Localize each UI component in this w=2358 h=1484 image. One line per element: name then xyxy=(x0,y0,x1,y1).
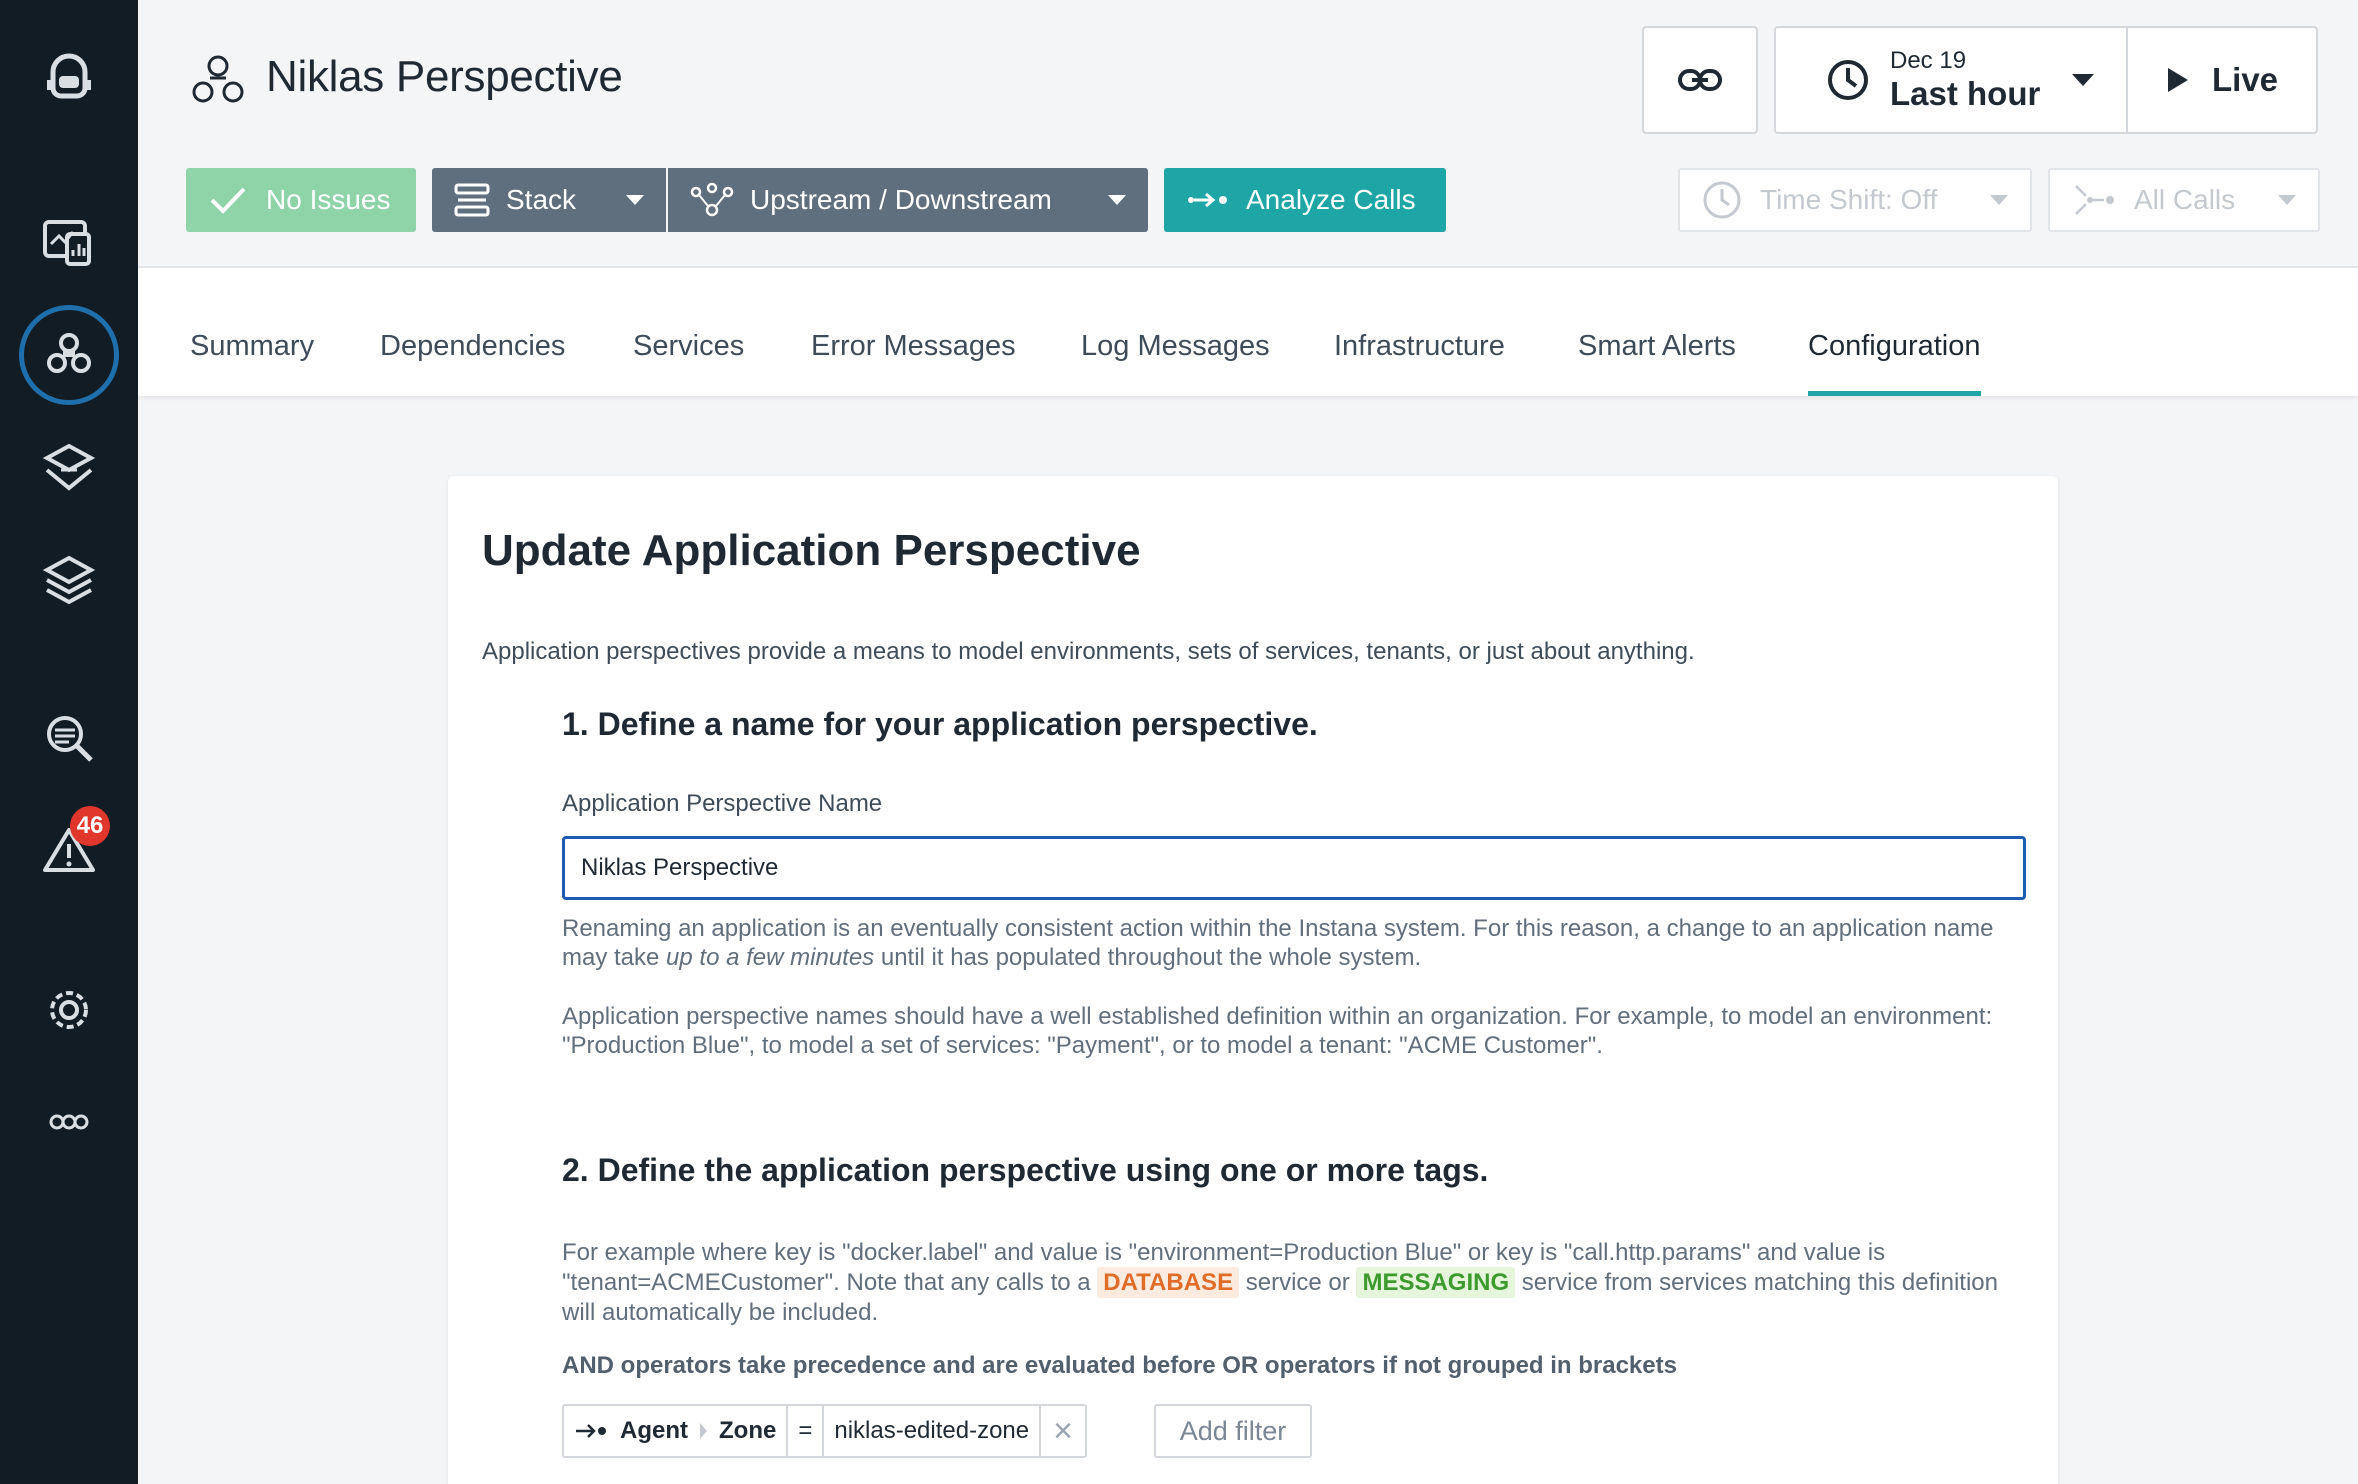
live-label: Live xyxy=(2212,61,2279,98)
time-shift-dropdown[interactable]: Time Shift: Off xyxy=(1678,168,2032,232)
more-icon[interactable] xyxy=(19,1072,119,1172)
step-1-title: 1. Define a name for your application pe… xyxy=(562,706,1318,742)
form-description: Application perspectives provide a means… xyxy=(482,638,1695,665)
sidebar: 46 xyxy=(0,0,138,1484)
form-title: Update Application Perspective xyxy=(482,526,1141,575)
clock-icon xyxy=(1703,181,1741,219)
update-perspective-card: Update Application Perspective Applicati… xyxy=(448,476,2058,1484)
tab-smart-alerts[interactable]: Smart Alerts xyxy=(1578,330,1736,396)
no-issues-button[interactable]: No Issues xyxy=(186,168,416,232)
tab-log-messages[interactable]: Log Messages xyxy=(1081,330,1270,396)
stack-dropdown[interactable]: Stack xyxy=(432,168,666,232)
chevron-down-icon xyxy=(2072,74,2095,86)
analyze-calls-button[interactable]: Analyze Calls xyxy=(1164,168,1446,232)
naming-help-text: Application perspective names should hav… xyxy=(562,1003,1993,1059)
agent-arrow-icon xyxy=(576,1424,606,1438)
alert-count-badge: 46 xyxy=(70,806,110,846)
chevron-down-icon xyxy=(1108,195,1126,205)
filter-value[interactable]: niklas-edited-zone xyxy=(824,1406,1042,1456)
time-date: Dec 19 xyxy=(1890,47,1967,74)
live-button[interactable]: Live xyxy=(2126,26,2318,134)
breadcrumb-separator-icon xyxy=(700,1423,707,1439)
upstream-downstream-label: Upstream / Downstream xyxy=(750,184,1052,215)
time-range: Last hour xyxy=(1890,75,2041,112)
robot-logo-icon[interactable] xyxy=(19,30,119,130)
tag-filter-chip[interactable]: Agent Zone = niklas-edited-zone × xyxy=(562,1404,1087,1458)
filter-key-segment[interactable]: Agent Zone xyxy=(564,1406,789,1456)
name-field-label: Application Perspective Name xyxy=(562,790,883,817)
rename-help-b: until it has populated throughout the wh… xyxy=(874,944,1422,971)
time-shift-label: Time Shift: Off xyxy=(1760,184,1938,215)
copy-link-button[interactable] xyxy=(1642,26,1758,134)
upstream-downstream-dropdown[interactable]: Upstream / Downstream xyxy=(668,168,1148,232)
page-header: Niklas Perspective Dec 19 Last hour Live… xyxy=(138,0,2358,268)
analytics-search-icon[interactable] xyxy=(19,688,119,788)
tab-summary[interactable]: Summary xyxy=(190,330,314,396)
application-perspective-icon xyxy=(188,52,248,108)
perspective-name-input[interactable] xyxy=(562,836,2026,900)
services-icon[interactable] xyxy=(19,418,119,518)
filter-entity: Agent xyxy=(620,1417,688,1444)
all-calls-dropdown[interactable]: All Calls xyxy=(2048,168,2320,232)
step-2-title: 2. Define the application perspective us… xyxy=(562,1152,1489,1188)
dashboard-icon[interactable] xyxy=(19,192,119,292)
stack-icon xyxy=(454,183,490,217)
all-calls-label: All Calls xyxy=(2134,184,2236,215)
database-tag: DATABASE xyxy=(1097,1267,1240,1298)
tab-dependencies[interactable]: Dependencies xyxy=(380,330,565,396)
filter-operator[interactable]: = xyxy=(788,1406,825,1456)
stack-label: Stack xyxy=(506,184,577,215)
analyze-calls-label: Analyze Calls xyxy=(1246,184,1416,215)
tags-help-b: service or xyxy=(1239,1269,1357,1296)
operator-precedence-note: AND operators take precedence and are ev… xyxy=(562,1352,1677,1379)
tab-configuration[interactable]: Configuration xyxy=(1808,330,1981,396)
no-issues-label: No Issues xyxy=(266,184,391,215)
chevron-down-icon xyxy=(626,195,644,205)
filter-key: Zone xyxy=(719,1417,777,1444)
calls-filter-icon xyxy=(2075,185,2114,215)
messaging-tag: MESSAGING xyxy=(1356,1267,1516,1298)
page-title: Niklas Perspective xyxy=(266,52,623,101)
analyze-calls-icon xyxy=(1188,192,1227,208)
tab-services[interactable]: Services xyxy=(633,330,744,396)
tags-help-text: For example where key is "docker.label" … xyxy=(562,1238,2002,1328)
chevron-down-icon xyxy=(1990,195,2008,205)
settings-gear-icon[interactable] xyxy=(19,960,119,1060)
play-icon xyxy=(2168,68,2188,92)
check-icon xyxy=(210,187,246,214)
clock-icon xyxy=(1828,60,1868,100)
tab-bar: Summary Dependencies Services Error Mess… xyxy=(138,268,2358,396)
upstream-downstream-icon xyxy=(690,182,734,217)
infrastructure-icon[interactable] xyxy=(19,530,119,630)
tab-error-messages[interactable]: Error Messages xyxy=(811,330,1016,396)
add-filter-button[interactable]: Add filter xyxy=(1154,1404,1312,1458)
time-range-picker[interactable]: Dec 19 Last hour xyxy=(1774,26,2128,134)
rename-help-emphasis: up to a few minutes xyxy=(666,944,875,971)
applications-icon[interactable] xyxy=(19,305,119,405)
remove-filter-icon[interactable]: × xyxy=(1041,1406,1085,1456)
rename-help-text: Renaming an application is an eventually… xyxy=(562,914,2002,972)
tab-infrastructure[interactable]: Infrastructure xyxy=(1334,330,1505,396)
link-icon xyxy=(1678,69,1722,91)
chevron-down-icon xyxy=(2278,195,2296,205)
